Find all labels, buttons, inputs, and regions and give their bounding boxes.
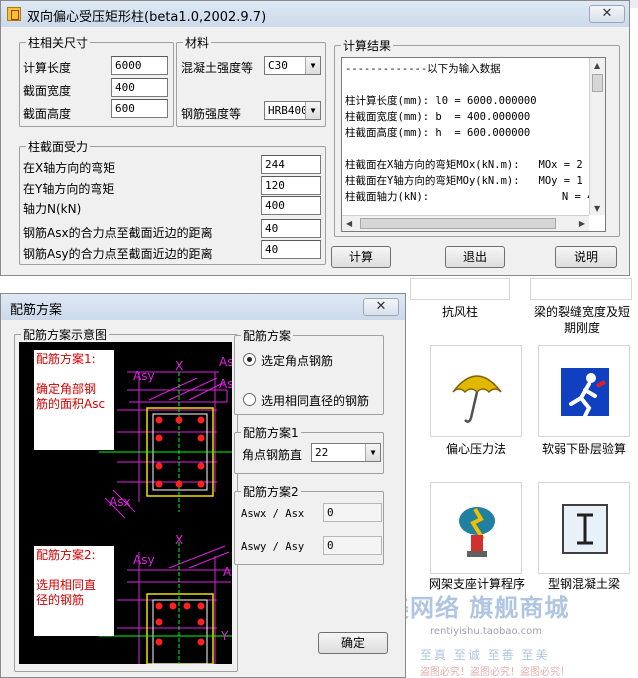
- label-aswx: Aswx: [223, 565, 232, 579]
- bg-tile-4[interactable]: [538, 345, 630, 437]
- help-button[interactable]: 说明: [555, 246, 617, 268]
- scheme1-radio-label[interactable]: 选定角点钢筋: [261, 352, 333, 369]
- aswy-asy-input[interactable]: [323, 536, 382, 555]
- moment-y-label: 在Y轴方向的弯矩: [23, 182, 115, 196]
- asx-distance-input[interactable]: [261, 219, 321, 238]
- bg-tile-1[interactable]: [410, 278, 510, 300]
- bg-tile-label-4: 软弱下卧层验算: [541, 442, 626, 456]
- aswx-asx-label: Aswx / Asx: [241, 508, 305, 520]
- concrete-grade-label: 混凝土强度等: [181, 61, 254, 75]
- bg-tile-3[interactable]: [430, 345, 522, 437]
- axial-force-label: 轴力N(kN): [23, 202, 82, 216]
- scheme1-note: 配筋方案1: 确定角部钢 筋的面积Asc: [34, 350, 114, 450]
- ok-button[interactable]: 确定: [318, 632, 388, 654]
- bg-tile-5[interactable]: [430, 482, 522, 574]
- label-aswy: Aswy: [219, 355, 232, 369]
- diagram-legend: 配筋方案示意图: [23, 328, 108, 342]
- results-hscroll-thumb[interactable]: [360, 218, 556, 229]
- scheme2-note: 配筋方案2: 选用相同直 径的钢筋: [34, 546, 114, 636]
- results-hscrollbar[interactable]: ◀ ▶: [342, 215, 589, 231]
- asy-distance-input[interactable]: [261, 240, 321, 259]
- scheme1-legend: 配筋方案1: [243, 426, 299, 440]
- moment-y-input[interactable]: [261, 176, 321, 195]
- steel-grade-value: HRB400: [268, 104, 308, 117]
- section-load-legend: 柱截面受力: [28, 140, 89, 154]
- scroll-right-icon[interactable]: ▶: [579, 219, 585, 228]
- concrete-grade-select[interactable]: C30 ▼: [264, 56, 321, 75]
- rebars-2: [155, 602, 205, 646]
- section-height-input[interactable]: [111, 99, 168, 118]
- label-asy-1: Asy: [133, 369, 155, 383]
- moment-x-input[interactable]: [261, 155, 321, 174]
- scheme2-legend: 配筋方案2: [243, 485, 299, 499]
- app-icon: [7, 7, 21, 21]
- aswx-asx-input[interactable]: [323, 503, 382, 522]
- label-x-1: X: [175, 359, 183, 373]
- diag-lines-2: [168, 545, 230, 569]
- scroll-left-icon[interactable]: ◀: [346, 219, 352, 228]
- results-legend: 计算结果: [343, 39, 392, 53]
- corner-bar-diameter-value: 22: [315, 446, 329, 459]
- label-y-2: Y: [220, 629, 229, 643]
- calculate-button[interactable]: 计算: [331, 246, 391, 268]
- chevron-down-icon[interactable]: ▼: [305, 102, 320, 119]
- results-vscrollbar[interactable]: ▲ ▼: [589, 58, 605, 215]
- label-asx: Asx: [109, 495, 131, 509]
- dialog-close-button[interactable]: ✕: [363, 298, 399, 316]
- column-size-legend: 柱相关尺寸: [28, 36, 89, 50]
- steel-grade-select[interactable]: HRB400 ▼: [264, 101, 321, 120]
- corner-bar-diameter-select[interactable]: 22 ▼: [311, 443, 381, 462]
- moment-x-label: 在X轴方向的弯矩: [23, 161, 116, 175]
- asy-distance-label: 钢筋Asy的合力点至截面近边的距离: [23, 247, 213, 261]
- results-textarea[interactable]: -------------以下为输入数据 柱计算长度(mm): l0 = 600…: [341, 57, 606, 232]
- main-close-button[interactable]: ✕: [589, 5, 625, 23]
- stirrup-2: [152, 599, 208, 664]
- steel-grade-label: 钢筋强度等: [181, 107, 242, 121]
- label-asc: Asc: [219, 377, 232, 391]
- scroll-down-icon[interactable]: ▼: [594, 204, 600, 213]
- aswy-asy-label: Aswy / Asy: [241, 541, 305, 553]
- umbrella-icon: [452, 375, 502, 423]
- scheme2-radio[interactable]: [243, 393, 256, 406]
- section-height-label: 截面高度: [23, 107, 72, 121]
- axial-force-input[interactable]: [261, 196, 321, 215]
- scheme1-radio[interactable]: [243, 353, 256, 366]
- results-text: -------------以下为输入数据 柱计算长度(mm): l0 = 600…: [345, 63, 594, 203]
- bg-tile-label-2: 梁的裂缝宽度及短期刚度: [533, 305, 630, 335]
- reinforcement-diagram: Asy X Aswy Asc Asx Asy X Aswx Y 配筋方案1: 确…: [19, 342, 232, 664]
- calc-length-label: 计算长度: [23, 61, 72, 75]
- main-titlebar[interactable]: 双向偏心受压矩形柱(beta1.0,2002.9.7) ✕: [1, 1, 629, 27]
- bolt-icon: [459, 507, 495, 557]
- material-legend: 材料: [185, 36, 210, 50]
- i-beam-icon: [562, 504, 608, 554]
- runner-icon: [561, 368, 609, 418]
- asx-distance-label: 钢筋Asx的合力点至截面近边的距离: [23, 226, 213, 240]
- chevron-down-icon[interactable]: ▼: [365, 444, 380, 461]
- label-x-2: X: [175, 533, 183, 547]
- chevron-down-icon[interactable]: ▼: [305, 57, 320, 74]
- watermark-slogan: 至真 至诚 至善 至美: [420, 648, 550, 662]
- corner-bar-label: 角点钢筋直: [242, 448, 303, 462]
- dialog-titlebar[interactable]: 配筋方案 ✕: [1, 294, 405, 320]
- calc-length-input[interactable]: [111, 56, 168, 75]
- section-width-label: 截面宽度: [23, 84, 72, 98]
- main-window: 双向偏心受压矩形柱(beta1.0,2002.9.7) ✕ 柱相关尺寸 计算长度…: [0, 0, 630, 276]
- results-vscroll-thumb[interactable]: [592, 74, 603, 92]
- watermark-warning: 盗图必究！盗图必究！盗图必究！: [420, 667, 570, 678]
- watermark-url: rentiyishu.taobao.com: [430, 626, 542, 637]
- bg-tile-2[interactable]: [530, 278, 632, 300]
- scheme2-radio-label[interactable]: 选用相同直径的钢筋: [261, 392, 369, 409]
- main-window-title: 双向偏心受压矩形柱(beta1.0,2002.9.7): [27, 10, 267, 25]
- bg-tile-label-1: 抗风柱: [441, 305, 478, 319]
- diag-lines: [148, 377, 226, 401]
- exit-button[interactable]: 退出: [445, 246, 505, 268]
- scheme-legend: 配筋方案: [243, 329, 292, 343]
- concrete-grade-value: C30: [268, 59, 288, 72]
- bg-tile-6[interactable]: [538, 482, 630, 574]
- scroll-up-icon[interactable]: ▲: [594, 61, 600, 70]
- bg-tile-label-3: 偏心压力法: [445, 442, 506, 456]
- section-width-input[interactable]: [111, 78, 168, 97]
- dialog-title: 配筋方案: [10, 303, 63, 318]
- label-asy-2: Asy: [133, 553, 155, 567]
